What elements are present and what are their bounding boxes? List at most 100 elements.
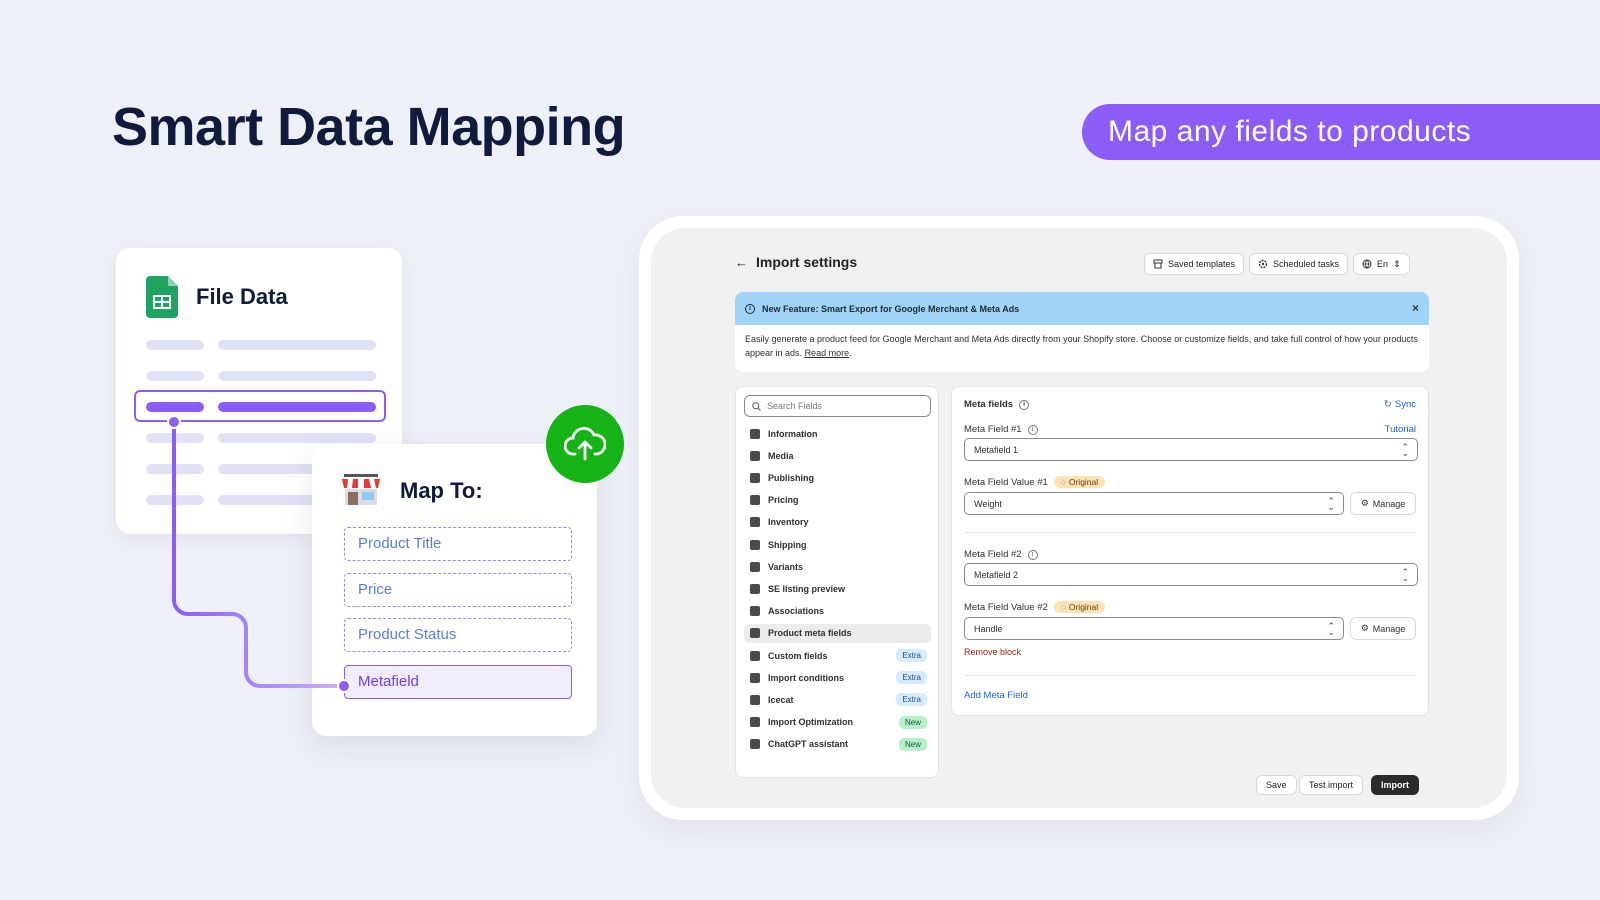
sidebar-item-label: Information [768, 428, 818, 439]
circle-icon: ◌ [1060, 602, 1066, 612]
save-button[interactable]: Save [1256, 775, 1297, 795]
map-field-product-status[interactable]: Product Status [344, 618, 572, 652]
meta-field-value-2-select[interactable]: Handle ⌃ ⌄ [964, 617, 1344, 640]
sidebar-item-label: Media [768, 450, 794, 461]
meta-field-2-label: Meta Field #2 i [964, 549, 1038, 560]
sidebar-item-chatgpt-assistant[interactable]: ChatGPT assistant New [744, 735, 931, 754]
data-bar [146, 371, 204, 381]
sidebar-item-inventory[interactable]: Inventory [744, 513, 931, 532]
search-icon [752, 401, 761, 411]
custom-fields-icon [750, 650, 760, 661]
product-meta-fields-icon [750, 628, 760, 639]
add-meta-field-link[interactable]: Add Meta Field [964, 690, 1028, 701]
sidebar-item-import-optimization[interactable]: Import Optimization New [744, 713, 931, 732]
data-bar [218, 371, 376, 381]
meta-fields-panel: Meta fields i ↻ Sync Meta Field #1 i Tut… [951, 386, 1429, 716]
map-field-product-title[interactable]: Product Title [344, 527, 572, 561]
feature-banner: i New Feature: Smart Export for Google M… [735, 292, 1429, 372]
tagline-pill: Map any fields to products [1082, 104, 1600, 160]
status-badge: Extra [896, 671, 927, 685]
sidebar-item-label: ChatGPT assistant [768, 739, 849, 750]
selected-bar [218, 402, 376, 412]
saved-templates-button[interactable]: Saved templates [1144, 253, 1245, 275]
import-conditions-icon [750, 672, 760, 683]
meta-field-2-select[interactable]: Metafield 2 ⌃ ⌄ [964, 563, 1418, 586]
search-input[interactable]: Search Fields [744, 395, 931, 417]
language-selector[interactable]: En ⇕ [1353, 253, 1410, 275]
information-icon [750, 428, 760, 439]
import-optimization-icon [750, 717, 760, 728]
pricing-icon [750, 495, 760, 506]
manage-button[interactable]: ⚙ Manage [1350, 492, 1416, 515]
manage-button[interactable]: ⚙ Manage [1350, 617, 1416, 640]
sidebar-item-product-meta-fields[interactable]: Product meta fields [744, 623, 931, 643]
read-more-link[interactable]: Read more [805, 348, 850, 358]
sidebar-item-media[interactable]: Media [744, 446, 931, 465]
label-text: Meta Field #2 [964, 549, 1022, 560]
meta-field-1-select[interactable]: Metafield 1 ⌃ ⌄ [964, 438, 1418, 461]
data-bar [146, 340, 204, 350]
sidebar-item-se-listing-preview[interactable]: SE listing preview [744, 579, 931, 598]
data-bar [146, 464, 204, 474]
test-import-button[interactable]: Test import [1299, 775, 1364, 795]
sidebar-item-variants[interactable]: Variants [744, 557, 931, 576]
status-badge: New [898, 737, 927, 751]
fields-sidebar: Search Fields Information Media Publishing… [735, 386, 939, 778]
sidebar-item-information[interactable]: Information [744, 424, 931, 443]
scheduled-tasks-label: Scheduled tasks [1273, 259, 1340, 269]
sidebar-item-shipping[interactable]: Shipping [744, 535, 931, 554]
sidebar-item-custom-fields[interactable]: Custom fields Extra [744, 646, 931, 665]
meta-field-value-1-label: Meta Field Value #1 ◌ Original [964, 476, 1106, 488]
variants-icon [750, 561, 760, 572]
sidebar-item-label: Associations [768, 606, 825, 617]
icecat-icon [750, 694, 760, 705]
chevron-updown-icon: ⇕ [1393, 258, 1401, 269]
sidebar-item-publishing[interactable]: Publishing [744, 468, 931, 487]
manage-label: Manage [1372, 623, 1406, 634]
saved-templates-label: Saved templates [1168, 259, 1236, 269]
circle-icon: ◌ [1060, 477, 1066, 487]
sidebar-item-label: Import Optimization [768, 717, 853, 728]
select-value: Metafield 2 [974, 569, 1019, 580]
import-button[interactable]: Import [1371, 775, 1419, 795]
sync-label: Sync [1394, 399, 1416, 410]
data-bar [218, 340, 376, 350]
app-screen: ← Import settings Saved templates Schedu… [651, 228, 1507, 808]
spreadsheet-icon [146, 276, 178, 318]
publishing-icon [750, 472, 760, 483]
chevron-updown-icon: ⌃ ⌄ [1401, 567, 1409, 583]
remove-block-link[interactable]: Remove block [964, 647, 1021, 657]
data-bar [146, 433, 204, 443]
tutorial-link[interactable]: Tutorial [1385, 424, 1416, 435]
gear-icon [1258, 259, 1268, 269]
close-icon[interactable]: × [1412, 301, 1419, 315]
sidebar-item-import-conditions[interactable]: Import conditions Extra [744, 668, 931, 687]
scheduled-tasks-button[interactable]: Scheduled tasks [1249, 253, 1349, 275]
map-field-price[interactable]: Price [344, 573, 572, 607]
sidebar-item-associations[interactable]: Associations [744, 602, 931, 621]
refresh-icon: ↻ [1383, 399, 1392, 410]
map-to-title: Map To: [400, 478, 483, 503]
chatgpt-assistant-icon [750, 739, 760, 750]
cloud-upload-icon [564, 427, 606, 461]
badge-text: Original [1068, 477, 1099, 487]
meta-field-value-2-label: Meta Field Value #2 ◌ Original [964, 601, 1106, 613]
sidebar-item-pricing[interactable]: Pricing [744, 491, 931, 510]
sidebar-item-icecat[interactable]: Icecat Extra [744, 690, 931, 709]
language-label: En [1377, 259, 1389, 269]
media-icon [750, 450, 760, 461]
sidebar-item-label: Variants [768, 561, 804, 572]
meta-field-value-1-select[interactable]: Weight ⌃ ⌄ [964, 492, 1344, 515]
page-header: ← Import settings [735, 254, 857, 270]
back-arrow-icon[interactable]: ← [735, 255, 748, 270]
select-value: Weight [974, 498, 1002, 509]
badge-text: Original [1068, 602, 1099, 612]
map-field-metafield[interactable]: Metafield [344, 665, 572, 699]
section-title: Meta fields [964, 399, 1014, 410]
sync-button[interactable]: ↻ Sync [1384, 399, 1416, 410]
selected-bar [146, 402, 204, 412]
info-icon: i [745, 303, 755, 314]
inventory-icon [750, 517, 760, 528]
status-badge: New [898, 715, 927, 729]
gear-icon: ⚙ [1360, 623, 1369, 633]
